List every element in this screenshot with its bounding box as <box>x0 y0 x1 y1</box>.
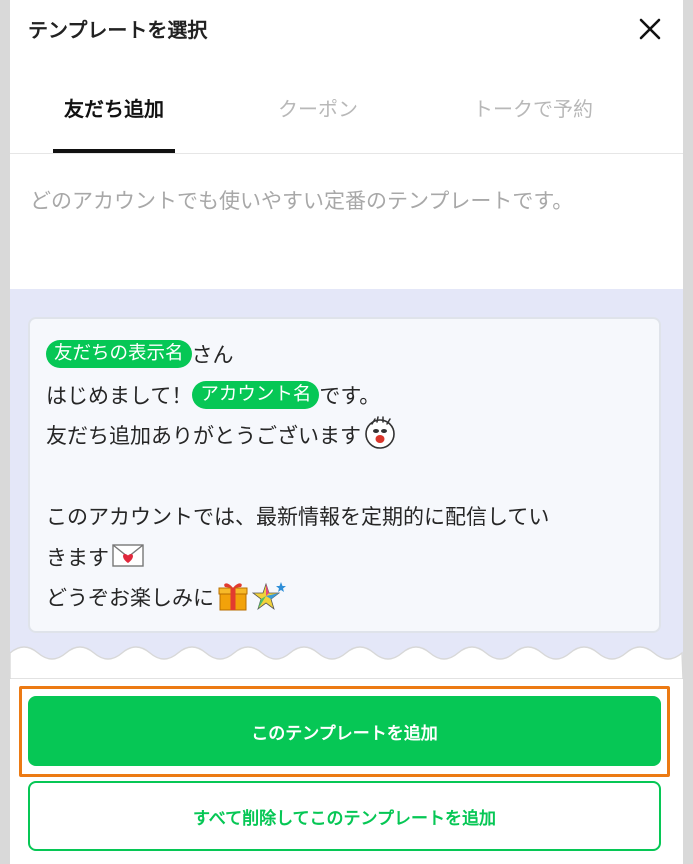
template-description: どのアカウントでも使いやすい定番のテンプレートです。 <box>30 189 574 213</box>
line6-text: どうぞお楽しみに <box>46 586 214 610</box>
friend-name-tag: 友だちの表示名 <box>46 340 192 368</box>
footer-actions: このテンプレートを追加 すべて削除してこのテンプレートを追加 <box>10 679 683 864</box>
line1-suffix: さん <box>191 343 234 367</box>
add-template-button[interactable]: このテンプレートを追加 <box>28 696 661 766</box>
preview-wave-edge <box>10 646 683 679</box>
close-icon <box>639 18 661 40</box>
message-line-1: 友だちの表示名 さん <box>46 335 643 376</box>
tab-friend-add[interactable]: 友だち追加 <box>53 76 175 153</box>
message-preview-card: 友だちの表示名 さん はじめまして！ アカウント名 です。 友だち追加ありがとうござい… <box>28 317 661 633</box>
tab-talk-reservation[interactable]: トークで予約 <box>456 76 610 153</box>
account-name-tag: アカウント名 <box>192 380 320 409</box>
line2-prefix: はじめまして！ <box>46 383 193 408</box>
line3-text: 友だち追加ありがとうございます <box>46 424 361 448</box>
message-line-6: どうぞお楽しみに <box>46 578 643 619</box>
message-line-4: このアカウントでは、最新情報を定期的に配信してい <box>46 497 643 538</box>
message-line-3: 友だち追加ありがとうございます <box>46 416 643 457</box>
message-line-blank <box>46 457 643 498</box>
line2-suffix: です。 <box>319 383 381 408</box>
page-title: テンプレートを選択 <box>28 18 208 42</box>
gift-emoji <box>218 583 248 611</box>
message-line-2: はじめまして！ アカウント名 です。 <box>46 376 643 417</box>
delete-all-and-add-template-button[interactable]: すべて削除してこのテンプレートを追加 <box>28 781 661 851</box>
love-letter-emoji <box>112 543 144 567</box>
line4-text: このアカウントでは、最新情報を定期的に配信してい <box>46 505 550 529</box>
template-select-sheet: テンプレートを選択 友だち追加 クーポン トークで予約 どのアカウントでも使いや… <box>10 0 683 864</box>
shooting-star-emoji <box>252 582 286 611</box>
close-button[interactable] <box>637 16 663 42</box>
tab-coupon[interactable]: クーポン <box>255 76 381 153</box>
message-line-5: きます <box>46 538 643 579</box>
template-tabs: 友だち追加 クーポン トークで予約 <box>10 76 683 154</box>
message-preview-area: 友だちの表示名 さん はじめまして！ アカウント名 です。 友だち追加ありがとうござい… <box>10 289 683 679</box>
header: テンプレートを選択 <box>10 0 683 56</box>
cheering-face-emoji <box>365 416 395 449</box>
line5-text: きます <box>46 545 109 570</box>
